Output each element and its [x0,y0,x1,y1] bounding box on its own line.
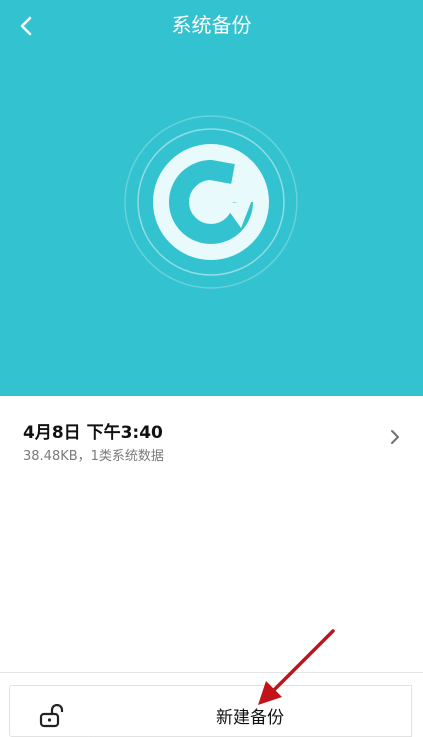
lock-button[interactable] [9,685,91,737]
page-title: 系统备份 [171,13,252,37]
unlock-icon [39,704,64,728]
backup-restore-icon [124,115,298,289]
backup-record[interactable]: 4月8日 下午3:40 38.48KB，1类系统数据 [0,396,423,478]
new-backup-button[interactable]: 新建备份 [89,685,412,737]
header-hero: 系统备份 [0,0,423,396]
backup-details: 38.48KB，1类系统数据 [23,449,164,464]
new-backup-label: 新建备份 [216,708,284,728]
backup-date: 4月8日 下午3:40 [23,423,163,443]
bottom-action-bar: 新建备份 [0,673,423,737]
chevron-right-icon [391,430,399,444]
